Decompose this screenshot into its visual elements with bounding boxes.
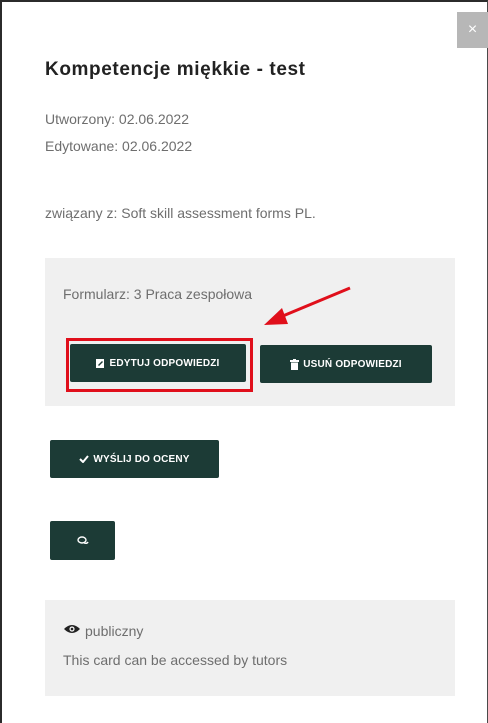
- related-text: związany z: Soft skill assessment forms …: [45, 205, 316, 221]
- eye-icon: [63, 622, 81, 640]
- edit-icon: [96, 358, 105, 368]
- send-for-review-button[interactable]: WYŚLIJ DO OCENY: [50, 440, 219, 478]
- edit-answers-label: EDYTUJ ODPOWIEDZI: [109, 357, 220, 369]
- edited-date: Edytowane: 02.06.2022: [45, 138, 193, 154]
- comments-button[interactable]: [50, 521, 115, 560]
- comments-icon: [76, 535, 89, 546]
- trash-icon: [290, 358, 300, 370]
- send-for-review-label: WYŚLIJ DO OCENY: [93, 453, 190, 465]
- check-icon: [79, 455, 90, 463]
- form-label: Formularz: 3 Praca zespołowa: [63, 286, 253, 302]
- edit-answers-button[interactable]: EDYTUJ ODPOWIEDZI: [70, 344, 246, 382]
- modal-title: Kompetencje miękkie - test: [45, 59, 306, 80]
- arrow-annotation: [264, 286, 351, 325]
- close-icon: ×: [467, 21, 478, 38]
- delete-answers-button[interactable]: USUŃ ODPOWIEDZI: [260, 345, 432, 383]
- delete-answers-label: USUŃ ODPOWIEDZI: [303, 358, 402, 370]
- visibility-status-label: publiczny: [85, 623, 144, 639]
- visibility-description: This card can be accessed by tutors: [63, 652, 288, 668]
- visibility-panel: publiczny This card can be accessed by t…: [45, 600, 455, 696]
- visibility-status: publiczny: [63, 622, 143, 640]
- created-date: Utworzony: 02.06.2022: [45, 111, 189, 127]
- close-button[interactable]: ×: [457, 12, 488, 48]
